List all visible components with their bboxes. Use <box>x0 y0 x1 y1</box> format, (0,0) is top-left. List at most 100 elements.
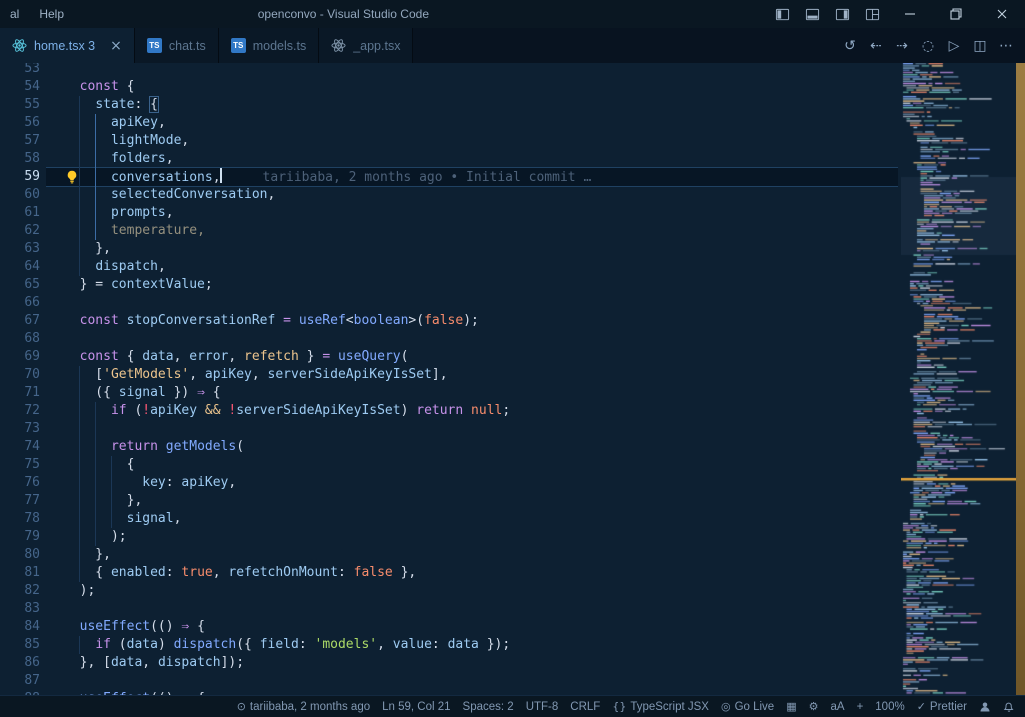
line-number[interactable]: 78 <box>0 510 40 528</box>
code-line-58[interactable]: folders, <box>64 150 893 168</box>
toggle-sidebar-left-icon[interactable] <box>767 0 797 28</box>
menu-item-help[interactable]: Help <box>39 7 64 21</box>
line-number[interactable]: 82 <box>0 582 40 600</box>
toggle-panel-icon[interactable] <box>797 0 827 28</box>
code-line-53[interactable] <box>64 63 893 78</box>
tab-models[interactable]: TSmodels.ts <box>219 28 320 63</box>
customize-layout-icon[interactable] <box>857 0 887 28</box>
code-line-65[interactable]: } = contextValue; <box>64 276 893 294</box>
code-line-54[interactable]: const { <box>64 78 893 96</box>
status-cursor-position[interactable]: Ln 59, Col 21 <box>376 696 456 717</box>
code-line-71[interactable]: ({ signal }) ⇒ { <box>64 384 893 402</box>
code-line-70[interactable]: ['GetModels', apiKey, serverSideApiKeyIs… <box>64 366 893 384</box>
line-number[interactable]: 55 <box>0 96 40 114</box>
line-number[interactable]: 66 <box>0 294 40 312</box>
code-line-64[interactable]: dispatch, <box>64 258 893 276</box>
line-number[interactable]: 69 <box>0 348 40 366</box>
code-line-85[interactable]: if (data) dispatch({ field: 'models', va… <box>64 636 893 654</box>
status-account[interactable] <box>973 696 997 717</box>
line-number[interactable]: 60 <box>0 186 40 204</box>
navigate-forward-icon[interactable]: ⇢ <box>889 38 915 54</box>
line-number[interactable]: 61 <box>0 204 40 222</box>
status-zoom-level[interactable]: 100% <box>869 696 910 717</box>
code-line-75[interactable]: { <box>64 456 893 474</box>
status-settings[interactable]: ⚙ <box>803 696 825 717</box>
status-notifications[interactable] <box>997 696 1021 717</box>
line-number[interactable]: 86 <box>0 654 40 672</box>
line-number[interactable]: 58 <box>0 150 40 168</box>
minimize-window-icon[interactable] <box>887 0 933 28</box>
line-number[interactable]: 79 <box>0 528 40 546</box>
code-line-86[interactable]: }, [data, dispatch]); <box>64 654 893 672</box>
line-number[interactable]: 81 <box>0 564 40 582</box>
code-line-61[interactable]: prompts, <box>64 204 893 222</box>
line-number[interactable]: 57 <box>0 132 40 150</box>
line-number[interactable]: 74 <box>0 438 40 456</box>
code-line-62[interactable]: temperature, <box>64 222 893 240</box>
line-number[interactable]: 73 <box>0 420 40 438</box>
code-line-59[interactable]: conversations,tariibaba, 2 months ago • … <box>64 168 893 186</box>
close-tab-icon[interactable]: × <box>110 38 122 54</box>
code-line-83[interactable] <box>64 600 893 618</box>
split-editor-icon[interactable]: ◫ <box>967 38 993 54</box>
line-number[interactable]: 71 <box>0 384 40 402</box>
overview-ruler-scrollbar[interactable] <box>1016 63 1025 695</box>
line-number[interactable]: 85 <box>0 636 40 654</box>
status-zoom-in[interactable]: + <box>851 696 870 717</box>
code-line-69[interactable]: const { data, error, refetch } = useQuer… <box>64 348 893 366</box>
line-number[interactable]: 65 <box>0 276 40 294</box>
restore-window-icon[interactable] <box>933 0 979 28</box>
line-number[interactable]: 72 <box>0 402 40 420</box>
menu-item-al[interactable]: al <box>10 7 19 21</box>
code-line-79[interactable]: ); <box>64 528 893 546</box>
code-line-57[interactable]: lightMode, <box>64 132 893 150</box>
line-number[interactable]: 59 <box>0 168 40 186</box>
code-line-74[interactable]: return getModels( <box>64 438 893 456</box>
line-number[interactable]: 83 <box>0 600 40 618</box>
line-number[interactable]: 75 <box>0 456 40 474</box>
code-line-82[interactable]: ); <box>64 582 893 600</box>
run-icon[interactable]: ◌ <box>915 38 941 54</box>
code-line-87[interactable] <box>64 672 893 690</box>
code-line-56[interactable]: apiKey, <box>64 114 893 132</box>
line-number[interactable]: 70 <box>0 366 40 384</box>
tab-app[interactable]: _app.tsx <box>319 28 413 63</box>
status-language-mode[interactable]: {}TypeScript JSX <box>606 696 715 717</box>
code-line-63[interactable]: }, <box>64 240 893 258</box>
code-line-77[interactable]: }, <box>64 492 893 510</box>
code-line-73[interactable] <box>64 420 893 438</box>
status-font-toggle[interactable]: aA <box>824 696 850 717</box>
line-number[interactable]: 63 <box>0 240 40 258</box>
minimap[interactable] <box>901 63 1016 695</box>
navigate-back-icon[interactable]: ⇠ <box>863 38 889 54</box>
code-line-67[interactable]: const stopConversationRef = useRef<boole… <box>64 312 893 330</box>
line-number[interactable]: 56 <box>0 114 40 132</box>
line-number[interactable]: 87 <box>0 672 40 690</box>
code-line-68[interactable] <box>64 330 893 348</box>
line-number[interactable]: 76 <box>0 474 40 492</box>
line-number[interactable]: 84 <box>0 618 40 636</box>
toggle-sidebar-right-icon[interactable] <box>827 0 857 28</box>
status-git-blame[interactable]: ⊙tariibaba, 2 months ago <box>231 696 376 717</box>
close-window-icon[interactable] <box>979 0 1025 28</box>
line-number[interactable]: 67 <box>0 312 40 330</box>
line-number[interactable]: 77 <box>0 492 40 510</box>
line-number[interactable]: 53 <box>0 63 40 78</box>
status-encoding[interactable]: UTF-8 <box>520 696 565 717</box>
line-number[interactable]: 80 <box>0 546 40 564</box>
code-line-81[interactable]: { enabled: true, refetchOnMount: false }… <box>64 564 893 582</box>
code-line-60[interactable]: selectedConversation, <box>64 186 893 204</box>
code-line-76[interactable]: key: apiKey, <box>64 474 893 492</box>
code-line-84[interactable]: useEffect(() ⇒ { <box>64 618 893 636</box>
tab-chat[interactable]: TSchat.ts <box>135 28 219 63</box>
code-line-78[interactable]: signal, <box>64 510 893 528</box>
line-number[interactable]: 68 <box>0 330 40 348</box>
status-prettier[interactable]: ✓Prettier <box>911 696 973 717</box>
quick-fix-lightbulb-icon[interactable] <box>65 170 79 184</box>
line-number[interactable]: 62 <box>0 222 40 240</box>
line-number[interactable]: 64 <box>0 258 40 276</box>
code-line-55[interactable]: state: { <box>64 96 893 114</box>
code-line-66[interactable] <box>64 294 893 312</box>
code-line-72[interactable]: if (!apiKey && !serverSideApiKeyIsSet) r… <box>64 402 893 420</box>
status-browser-preview[interactable]: ▦ <box>780 696 802 717</box>
